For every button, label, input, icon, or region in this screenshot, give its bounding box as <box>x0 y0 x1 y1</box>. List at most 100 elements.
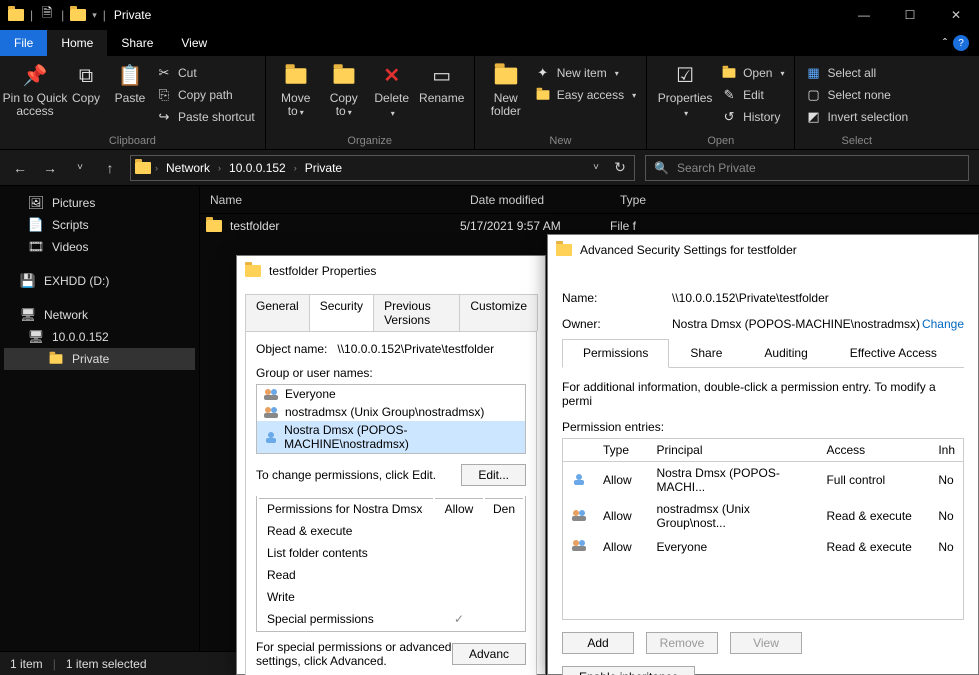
tree-videos[interactable]: 🎞Videos <box>4 236 195 258</box>
rename-button[interactable]: ▭Rename <box>416 60 468 107</box>
col-type[interactable]: Type <box>610 193 979 207</box>
tree-ip[interactable]: 🖥10.0.0.152 <box>4 326 195 348</box>
maximize-button[interactable]: ☐ <box>887 0 933 30</box>
tab-share[interactable]: Share <box>107 30 167 56</box>
object-name-value: \\10.0.0.152\Private\testfolder <box>337 342 494 356</box>
ribbon-toggle[interactable]: ˆ? <box>933 30 979 56</box>
address-bar[interactable]: › Network› 10.0.0.152› Private ˅ ↻ <box>130 155 635 181</box>
minimize-button[interactable]: — <box>841 0 887 30</box>
col-principal[interactable]: Principal <box>648 439 818 462</box>
view-button[interactable]: View <box>730 632 802 654</box>
entries-label: Permission entries: <box>562 420 964 434</box>
enable-inheritance-button[interactable]: Enable inheritance <box>562 666 695 675</box>
copy-button[interactable]: ⧉Copy <box>64 60 108 107</box>
tree-pictures[interactable]: 🖼Pictures <box>4 192 195 214</box>
edit-button[interactable]: ✎Edit <box>717 84 788 106</box>
new-folder-icon <box>492 62 520 90</box>
history-button[interactable]: ↺History <box>717 106 788 128</box>
tree-scripts[interactable]: 📄Scripts <box>4 214 195 236</box>
tab-view[interactable]: View <box>167 30 221 56</box>
table-row[interactable]: AllowEveryoneRead & executeNo <box>563 534 964 559</box>
rename-icon: ▭ <box>428 62 456 90</box>
tree-exhdd[interactable]: 💾EXHDD (D:) <box>4 270 195 292</box>
up-button[interactable]: ↑ <box>100 160 120 176</box>
change-permissions-text: To change permissions, click Edit. <box>256 468 461 482</box>
remove-button[interactable]: Remove <box>646 632 718 654</box>
select-none-button[interactable]: ▢Select none <box>801 84 912 106</box>
col-date[interactable]: Date modified <box>460 193 610 207</box>
tab-home[interactable]: Home <box>47 30 107 56</box>
paste-shortcut-button[interactable]: ↪Paste shortcut <box>152 106 259 128</box>
menu-tabs: File Home Share View ˆ? <box>0 30 979 56</box>
groups-label: Group or user names: <box>256 366 526 380</box>
tree-network[interactable]: 🖥Network <box>4 304 195 326</box>
cut-button[interactable]: ✂Cut <box>152 62 259 84</box>
dropdown-button[interactable]: ˅ <box>586 162 606 173</box>
list-item[interactable]: Nostra Dmsx (POPOS-MACHINE\nostradmsx) <box>257 421 525 453</box>
tab-share[interactable]: Share <box>669 339 743 367</box>
advanced-button[interactable]: Advanc <box>452 643 526 665</box>
add-button[interactable]: Add <box>562 632 634 654</box>
tab-customize[interactable]: Customize <box>459 294 538 331</box>
col-name[interactable]: Name <box>200 193 460 207</box>
ribbon: 📌Pin to Quick access ⧉Copy 📋Paste ✂Cut ⎘… <box>0 56 979 150</box>
window-title: Private <box>114 8 151 22</box>
table-row[interactable]: Allownostradmsx (Unix Group\nost...Read … <box>563 498 964 534</box>
copy-path-button[interactable]: ⎘Copy path <box>152 84 259 106</box>
list-item[interactable]: nostradmsx (Unix Group\nostradmsx) <box>257 403 525 421</box>
list-item[interactable]: Everyone <box>257 385 525 403</box>
search-input[interactable]: 🔍 Search Private <box>645 155 969 181</box>
new-item-button[interactable]: ✦New item▾ <box>531 62 640 84</box>
dialog-title: Advanced Security Settings for testfolde… <box>548 235 978 265</box>
recent-button[interactable]: ˅ <box>70 162 90 173</box>
refresh-button[interactable]: ↻ <box>610 159 630 176</box>
folder-icon <box>50 354 63 364</box>
folder-icon <box>135 162 151 174</box>
owner-value: Nostra Dmsx (POPOS-MACHINE\nostradmsx) <box>672 317 920 331</box>
move-to-button[interactable]: Move to▾ <box>272 60 320 121</box>
col-type[interactable]: Type <box>595 439 648 462</box>
delete-button[interactable]: ✕Delete▾ <box>368 60 416 122</box>
tab-effective[interactable]: Effective Access <box>829 339 958 367</box>
pin-quick-access-button[interactable]: 📌Pin to Quick access <box>6 60 64 120</box>
crumb-folder[interactable]: Private <box>301 161 346 175</box>
open-button[interactable]: Open▾ <box>717 62 788 84</box>
tab-previous[interactable]: Previous Versions <box>373 294 460 331</box>
crumb-ip[interactable]: 10.0.0.152 <box>225 161 290 175</box>
help-icon[interactable]: ? <box>953 35 969 51</box>
group-label: New <box>481 133 640 149</box>
pictures-icon: 🖼 <box>28 195 44 211</box>
advanced-security-dialog: Advanced Security Settings for testfolde… <box>547 234 979 675</box>
invert-selection-button[interactable]: ◩Invert selection <box>801 106 912 128</box>
tab-security[interactable]: Security <box>309 294 374 331</box>
new-folder-button[interactable]: New folder <box>481 60 531 120</box>
crumb-network[interactable]: Network <box>162 161 214 175</box>
table-row[interactable]: AllowNostra Dmsx (POPOS-MACHI...Full con… <box>563 462 964 499</box>
tab-auditing[interactable]: Auditing <box>743 339 828 367</box>
save-icon[interactable]: 🗎 <box>39 7 55 23</box>
col-access[interactable]: Access <box>818 439 930 462</box>
forward-button[interactable]: → <box>40 160 60 176</box>
col-inherited[interactable]: Inh <box>930 439 963 462</box>
properties-button[interactable]: ☑Properties▾ <box>653 60 717 122</box>
delete-icon: ✕ <box>378 62 406 90</box>
permissions-table: Permissions for Nostra DmsxAllowDen Read… <box>256 496 526 632</box>
groups-list[interactable]: Everyone nostradmsx (Unix Group\nostradm… <box>256 384 526 454</box>
select-all-button[interactable]: ▦Select all <box>801 62 912 84</box>
edit-permissions-button[interactable]: Edit... <box>461 464 526 486</box>
change-owner-link[interactable]: Change <box>922 317 964 331</box>
tree-private[interactable]: Private <box>4 348 195 370</box>
tab-permissions[interactable]: Permissions <box>562 339 669 368</box>
back-button[interactable]: ← <box>10 160 30 176</box>
group-icon <box>571 538 587 552</box>
name-label: Name: <box>562 291 672 305</box>
group-icon <box>571 508 587 522</box>
info-text: For additional information, double-click… <box>562 380 964 408</box>
tab-general[interactable]: General <box>245 294 310 331</box>
paste-button[interactable]: 📋Paste <box>108 60 152 107</box>
copy-to-button[interactable]: Copy to▾ <box>320 60 368 121</box>
easy-access-button[interactable]: Easy access▾ <box>531 84 640 106</box>
copy-to-icon <box>330 62 358 90</box>
close-button[interactable]: ✕ <box>933 0 979 30</box>
tab-file[interactable]: File <box>0 30 47 56</box>
